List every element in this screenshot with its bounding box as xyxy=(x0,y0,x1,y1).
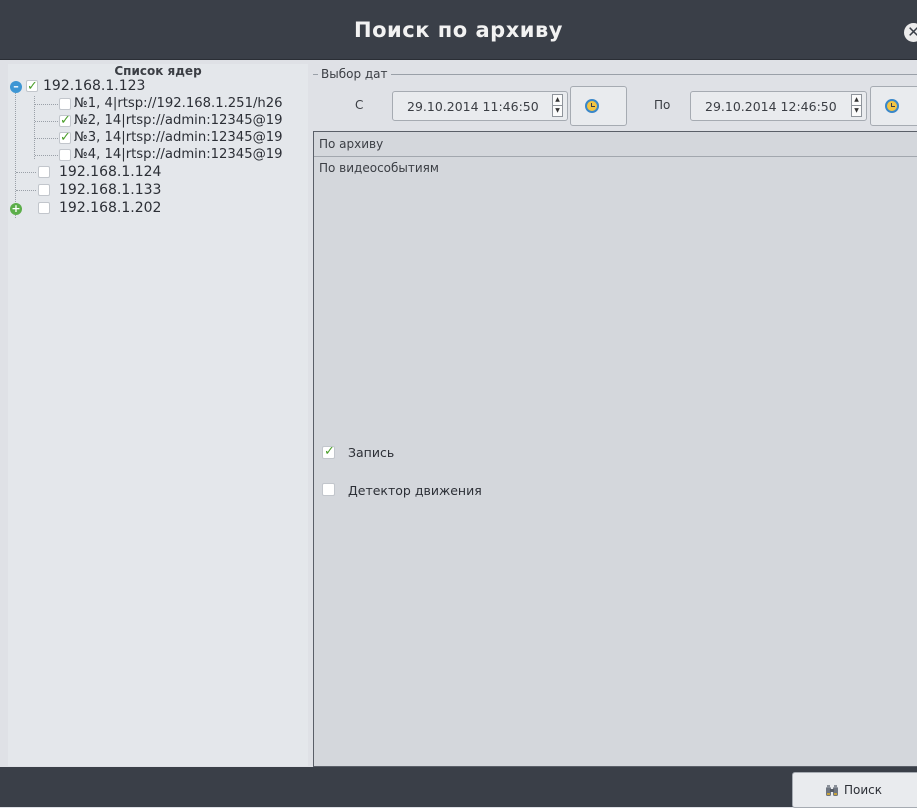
core-tree: – 192.168.1.123 №1, 4|rtsp://192.168.1.2… xyxy=(8,78,308,218)
expand-icon[interactable]: + xyxy=(10,203,22,215)
from-spinner[interactable]: ▲ ▼ xyxy=(552,94,563,117)
spin-down-icon[interactable]: ▼ xyxy=(852,106,861,116)
clock-icon xyxy=(885,99,899,113)
core-label: 192.168.1.123 xyxy=(43,78,146,94)
date-range-legend: Выбор дат xyxy=(318,67,391,81)
core-list-header: Список ядер xyxy=(114,64,202,78)
motion-detector-label[interactable]: Детектор движения xyxy=(348,483,482,498)
footer-bar: Поиск xyxy=(0,767,917,808)
core-label: 192.168.1.133 xyxy=(59,182,162,198)
channel-checkbox[interactable] xyxy=(59,130,71,146)
spin-down-icon[interactable]: ▼ xyxy=(553,106,562,116)
window-title: Поиск по архиву xyxy=(354,18,563,42)
title-bar: Поиск по архиву ✕ xyxy=(0,0,917,60)
core-checkbox[interactable] xyxy=(26,78,38,95)
core-list-panel: Список ядер – 192.168.1.123 №1, 4|rtsp:/… xyxy=(8,64,308,766)
from-clock-button[interactable] xyxy=(570,86,627,126)
from-datetime-value: 29.10.2014 11:46:50 xyxy=(407,99,539,114)
core-checkbox[interactable] xyxy=(38,184,50,196)
core-checkbox[interactable] xyxy=(38,166,50,178)
channel-label: №4, 14|rtsp://admin:12345@19 xyxy=(74,147,283,162)
video-events-label: По видеособытиям xyxy=(319,161,439,175)
search-panel: По архиву По видеособытиям Запись Детект… xyxy=(313,131,917,767)
search-label: Поиск xyxy=(844,783,883,797)
record-label[interactable]: Запись xyxy=(348,445,394,460)
spin-up-icon[interactable]: ▲ xyxy=(553,95,562,106)
core-label: 192.168.1.202 xyxy=(59,200,162,216)
tree-node-core[interactable]: 192.168.1.124 xyxy=(8,164,308,182)
tree-node-channel[interactable]: №2, 14|rtsp://admin:12345@19 xyxy=(8,113,308,130)
binoculars-icon xyxy=(826,785,838,796)
date-range-group: Выбор дат С 29.10.2014 11:46:50 ▲ ▼ По 2… xyxy=(313,67,917,128)
tree-node-channel[interactable]: №1, 4|rtsp://192.168.1.251/h26 xyxy=(8,96,308,113)
tab-archive[interactable]: По архиву xyxy=(314,132,917,157)
channel-checkbox[interactable] xyxy=(59,98,71,110)
tree-node-channel[interactable]: №3, 14|rtsp://admin:12345@19 xyxy=(8,130,308,147)
tree-node-core[interactable]: + 192.168.1.202 xyxy=(8,200,308,218)
tree-node-core[interactable]: – 192.168.1.123 xyxy=(8,78,308,96)
close-icon[interactable]: ✕ xyxy=(904,23,917,42)
core-checkbox[interactable] xyxy=(38,202,50,214)
channel-checkbox[interactable] xyxy=(59,149,71,161)
motion-detector-checkbox[interactable] xyxy=(322,483,335,496)
collapse-icon[interactable]: – xyxy=(10,81,22,93)
channel-label: №2, 14|rtsp://admin:12345@19 xyxy=(74,113,283,128)
clock-icon xyxy=(585,99,599,113)
to-label: По xyxy=(654,98,671,112)
tree-node-channel[interactable]: №4, 14|rtsp://admin:12345@19 xyxy=(8,147,308,164)
search-button[interactable]: Поиск xyxy=(792,772,917,808)
to-clock-button[interactable] xyxy=(870,86,917,126)
channel-label: №1, 4|rtsp://192.168.1.251/h26 xyxy=(74,96,283,111)
to-datetime-field[interactable]: 29.10.2014 12:46:50 ▲ ▼ xyxy=(690,91,867,121)
tree-node-core[interactable]: 192.168.1.133 xyxy=(8,182,308,200)
spin-up-icon[interactable]: ▲ xyxy=(852,95,861,106)
core-label: 192.168.1.124 xyxy=(59,164,162,180)
from-datetime-field[interactable]: 29.10.2014 11:46:50 ▲ ▼ xyxy=(392,91,568,121)
channel-checkbox[interactable] xyxy=(59,113,71,129)
channel-label: №3, 14|rtsp://admin:12345@19 xyxy=(74,130,283,145)
to-spinner[interactable]: ▲ ▼ xyxy=(851,94,862,117)
to-datetime-value: 29.10.2014 12:46:50 xyxy=(705,99,837,114)
from-label: С xyxy=(355,98,364,112)
record-checkbox[interactable] xyxy=(322,444,335,459)
